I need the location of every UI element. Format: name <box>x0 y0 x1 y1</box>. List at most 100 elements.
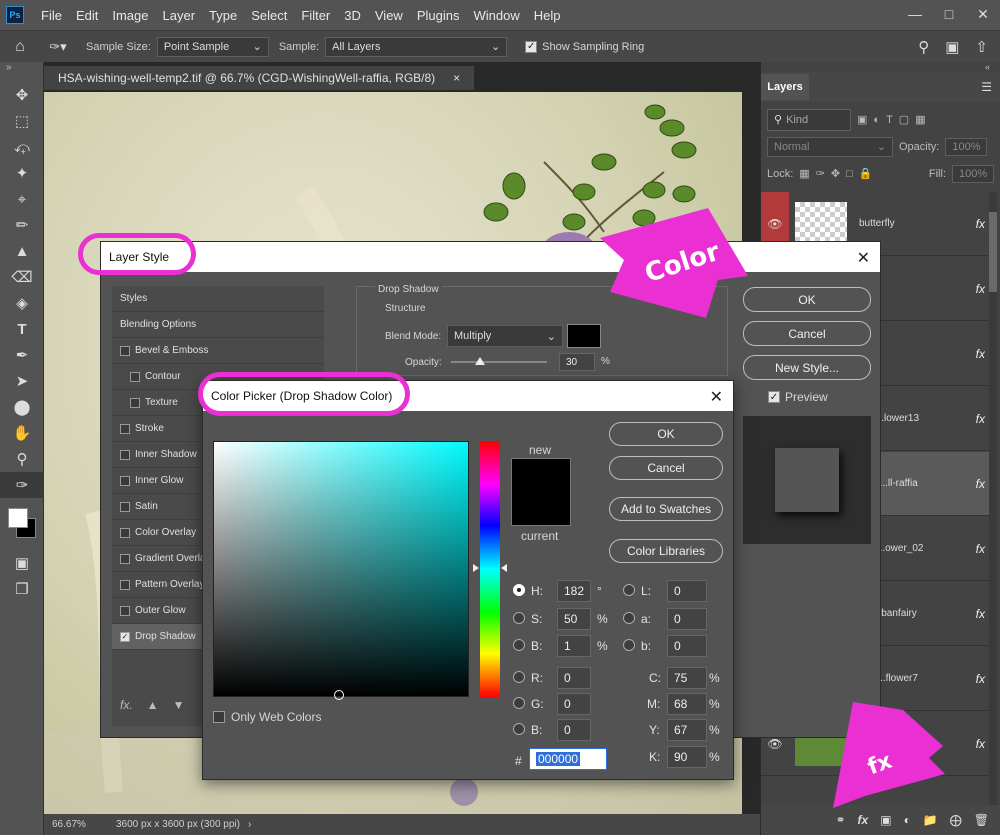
brush-tool-icon[interactable]: ✏ <box>0 212 44 238</box>
only-web-colors-checkbox[interactable] <box>213 711 225 723</box>
tab-layers[interactable]: Layers <box>761 74 809 100</box>
hue-arrow-left-icon[interactable] <box>473 564 479 572</box>
slider-handle[interactable] <box>475 357 485 365</box>
checkbox[interactable] <box>120 553 130 564</box>
lightness-radio[interactable] <box>623 584 635 596</box>
color-picker-cursor[interactable] <box>334 690 344 700</box>
checkbox[interactable] <box>120 475 130 486</box>
lightness-input[interactable]: 0 <box>667 580 707 602</box>
smart-object-filter-icon[interactable]: ▦ <box>915 113 925 126</box>
red-input[interactable]: 0 <box>557 667 591 689</box>
fill-field[interactable]: 100% <box>952 164 994 183</box>
close-icon[interactable]: × <box>453 71 460 85</box>
chevron-right-icon[interactable]: › <box>248 819 251 830</box>
lasso-tool-icon[interactable]: ⤽ <box>0 134 44 160</box>
stamp-tool-icon[interactable]: ▲ <box>0 238 44 264</box>
magic-wand-tool-icon[interactable]: ✦ <box>0 160 44 186</box>
maximize-icon[interactable]: □ <box>932 0 966 28</box>
blending-options-item[interactable]: Blending Options <box>112 312 324 338</box>
shape-filter-icon[interactable]: ▢ <box>899 113 909 126</box>
move-down-icon[interactable]: ▼ <box>173 698 185 712</box>
close-icon[interactable]: ✕ <box>710 387 723 407</box>
blend-mode-select[interactable]: Multiply ⌄ <box>447 325 563 347</box>
blue-input[interactable]: 0 <box>557 719 591 741</box>
scrollbar-thumb[interactable] <box>989 212 997 292</box>
fx-icon[interactable]: fx <box>976 477 985 491</box>
screen-mode-icon[interactable]: ❐ <box>0 576 44 602</box>
a-channel-radio[interactable] <box>623 612 635 624</box>
marquee-tool-icon[interactable]: ⬚ <box>0 108 44 134</box>
sample-size-dropdown[interactable]: Point Sample ⌄ <box>156 36 269 57</box>
new-style-button[interactable]: New Style... <box>743 355 871 380</box>
paint-bucket-tool-icon[interactable]: ◈ <box>0 290 44 316</box>
eyedropper-tool-preset-icon[interactable]: ✑▾ <box>40 39 76 55</box>
zoom-level[interactable]: 66.67% <box>44 819 104 830</box>
cyan-input[interactable]: 75 <box>667 667 707 689</box>
opacity-slider[interactable] <box>451 357 547 365</box>
layers-scrollbar[interactable] <box>989 192 997 805</box>
add-to-swatches-button[interactable]: Add to Swatches <box>609 497 723 521</box>
checkbox[interactable] <box>130 397 140 408</box>
show-sampling-ring-checkbox[interactable]: ✓ <box>525 40 538 53</box>
fx-icon[interactable]: fx <box>976 737 985 751</box>
pen-tool-icon[interactable]: ✒ <box>0 342 44 368</box>
type-filter-icon[interactable]: T <box>886 114 893 126</box>
menu-type[interactable]: Type <box>202 8 244 23</box>
hue-input[interactable]: 182 <box>557 580 591 602</box>
red-radio[interactable] <box>513 671 525 683</box>
menu-view[interactable]: View <box>368 8 410 23</box>
type-tool-icon[interactable]: T <box>0 316 44 342</box>
fx-icon[interactable]: fx <box>976 217 985 231</box>
b-channel-radio[interactable] <box>623 639 635 651</box>
fx-icon[interactable]: fx <box>976 672 985 686</box>
checkbox-checked[interactable]: ✓ <box>120 631 130 642</box>
layer-filter-kind[interactable]: ⚲ Kind <box>767 108 851 131</box>
zoom-tool-icon[interactable]: ⚲ <box>0 446 44 472</box>
menu-filter[interactable]: Filter <box>294 8 337 23</box>
collapse-icon[interactable]: « <box>761 62 1000 72</box>
fx-icon[interactable]: fx <box>976 412 985 426</box>
menu-image[interactable]: Image <box>105 8 155 23</box>
saturation-input[interactable]: 50 <box>557 608 591 630</box>
minimize-icon[interactable]: — <box>898 0 932 28</box>
checkbox[interactable] <box>130 371 140 382</box>
new-group-icon[interactable]: 📁 <box>923 813 938 827</box>
menu-plugins[interactable]: Plugins <box>410 8 467 23</box>
delete-layer-icon[interactable]: 🗑 <box>974 813 989 827</box>
fx-icon[interactable]: fx <box>976 607 985 621</box>
home-icon[interactable]: ⌂ <box>0 38 40 56</box>
fx-icon[interactable]: fx <box>976 542 985 556</box>
styles-item[interactable]: Styles <box>112 286 324 312</box>
black-input[interactable]: 90 <box>667 746 707 768</box>
b-channel-input[interactable]: 0 <box>667 635 707 657</box>
menu-help[interactable]: Help <box>527 8 568 23</box>
color-libraries-button[interactable]: Color Libraries <box>609 539 723 563</box>
menu-layer[interactable]: Layer <box>156 8 203 23</box>
menu-edit[interactable]: Edit <box>69 8 105 23</box>
checkbox[interactable] <box>120 449 130 460</box>
cancel-button[interactable]: Cancel <box>609 456 723 480</box>
shadow-color-swatch[interactable] <box>567 324 601 348</box>
document-tab[interactable]: HSA-wishing-well-temp2.tif @ 66.7% (CGD-… <box>44 66 475 90</box>
ellipse-tool-icon[interactable]: ⬤ <box>0 394 44 420</box>
workspace-icon[interactable]: ▣ <box>945 38 959 56</box>
saturation-radio[interactable] <box>513 612 525 624</box>
sample-dropdown[interactable]: All Layers ⌄ <box>325 36 508 57</box>
new-layer-icon[interactable]: ⨁ <box>950 813 962 827</box>
fx-menu-icon[interactable]: fx. <box>120 698 133 712</box>
saturation-brightness-field[interactable] <box>213 441 469 700</box>
checkbox[interactable] <box>120 423 130 434</box>
checkbox[interactable] <box>120 345 130 356</box>
a-channel-input[interactable]: 0 <box>667 608 707 630</box>
share-icon[interactable]: ⇧ <box>975 38 988 56</box>
panel-menu-icon[interactable]: ☰ <box>981 80 992 94</box>
crop-tool-icon[interactable]: ⌖ <box>0 186 44 212</box>
checkbox[interactable] <box>120 579 130 590</box>
adjustment-filter-icon[interactable]: ◐ <box>873 114 880 126</box>
bevel-emboss-item[interactable]: Bevel & Emboss <box>112 338 324 364</box>
brightness-radio[interactable] <box>513 639 525 651</box>
blend-mode-dropdown[interactable]: Normal ⌄ <box>767 136 893 157</box>
checkbox[interactable] <box>120 501 130 512</box>
green-radio[interactable] <box>513 697 525 709</box>
hand-tool-icon[interactable]: ✋ <box>0 420 44 446</box>
